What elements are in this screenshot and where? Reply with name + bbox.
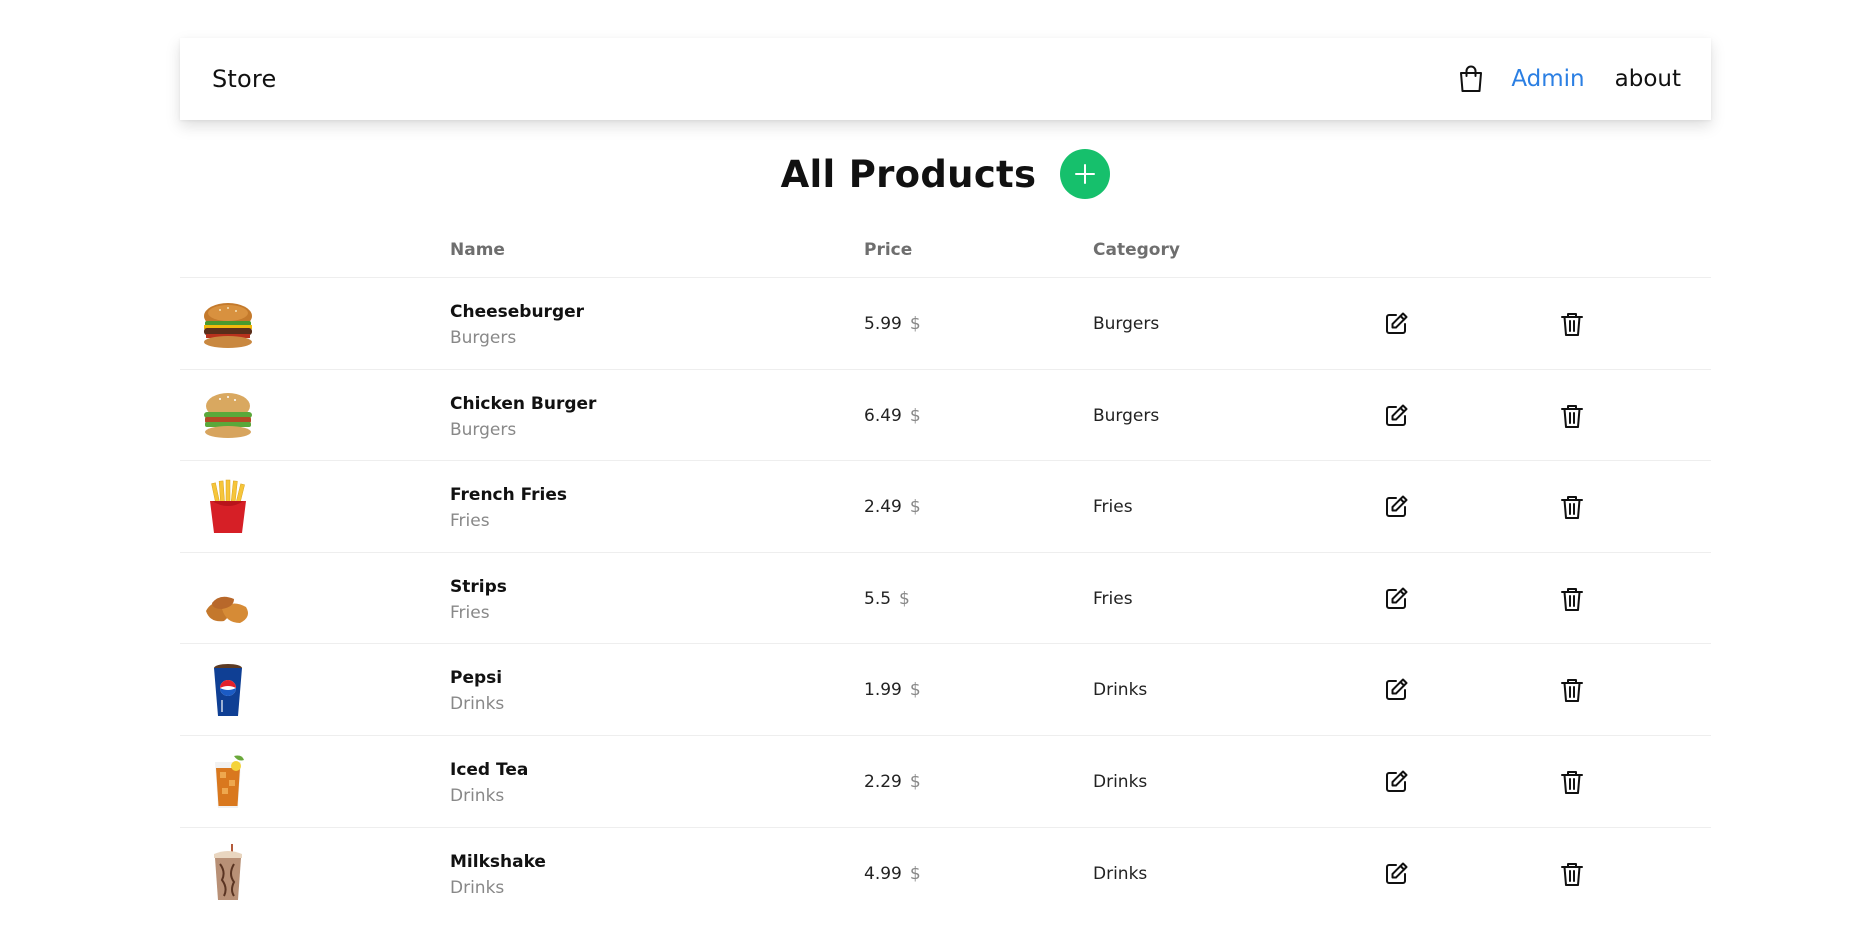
trash-icon[interactable] [1557, 401, 1587, 431]
product-subcategory: Drinks [450, 877, 505, 898]
french-fries-image [210, 479, 246, 534]
table-row: Milkshake Drinks 4.99 $ Drinks [180, 828, 1711, 920]
plus-icon [1075, 164, 1096, 184]
column-header-price: Price [864, 240, 913, 260]
currency-symbol: $ [909, 680, 921, 701]
product-price-cell: 1.99 $ [864, 680, 921, 700]
page-title: All Products [780, 152, 1037, 196]
product-price-cell: 2.49 $ [864, 497, 921, 517]
nav-link-admin[interactable]: Admin [1511, 66, 1584, 92]
table-row: French Fries Fries 2.49 $ Fries [180, 461, 1711, 553]
product-price: 1.99 [864, 680, 902, 701]
currency-symbol: $ [909, 405, 921, 426]
product-name-cell: Chicken Burger Burgers [450, 394, 596, 440]
page-heading: All Products [180, 146, 1711, 202]
product-category: Drinks [1093, 680, 1148, 701]
product-price: 2.49 [864, 497, 902, 518]
edit-icon[interactable] [1381, 767, 1411, 797]
table-body: Cheeseburger Burgers 5.99 $ Burgers Chick… [180, 278, 1711, 919]
product-name-cell: Strips Fries [450, 577, 507, 623]
navbar: Store Admin about [180, 38, 1711, 120]
brand-logo[interactable]: Store [212, 65, 276, 93]
product-subcategory: Fries [450, 511, 490, 532]
product-name: French Fries [450, 485, 568, 506]
product-category: Drinks [1093, 771, 1148, 792]
table-row: Chicken Burger Burgers 6.49 $ Burgers [180, 370, 1711, 462]
product-name: Chicken Burger [450, 393, 597, 414]
trash-icon[interactable] [1557, 309, 1587, 339]
product-name: Milkshake [450, 851, 546, 872]
trash-icon[interactable] [1557, 492, 1587, 522]
product-category: Burgers [1093, 314, 1160, 334]
column-header-name: Name [450, 240, 505, 260]
nav-right: Admin about [1457, 64, 1681, 94]
column-header-category: Category [1093, 240, 1180, 260]
product-price: 2.29 [864, 771, 902, 792]
add-product-button[interactable] [1060, 149, 1111, 199]
product-subcategory: Drinks [450, 694, 505, 715]
product-name-cell: French Fries Fries [450, 485, 567, 531]
product-category: Drinks [1093, 863, 1148, 884]
product-price: 6.49 [864, 405, 902, 426]
shopping-bag-icon[interactable] [1457, 64, 1485, 94]
nav-link-about[interactable]: about [1615, 66, 1681, 92]
product-price-cell: 4.99 $ [864, 864, 921, 884]
currency-symbol: $ [909, 863, 921, 884]
edit-icon[interactable] [1381, 309, 1411, 339]
product-category: Burgers [1093, 405, 1160, 426]
chicken-strips-image [206, 596, 248, 623]
product-name-cell: Pepsi Drinks [450, 668, 504, 714]
trash-icon[interactable] [1557, 584, 1587, 614]
product-subcategory: Fries [450, 602, 490, 623]
products-table: Name Price Category Cheeseburger Burgers… [180, 222, 1711, 919]
product-subcategory: Burgers [450, 419, 517, 440]
chicken-burger-image [204, 392, 252, 438]
product-price: 4.99 [864, 863, 902, 884]
edit-icon[interactable] [1381, 401, 1411, 431]
trash-icon[interactable] [1557, 675, 1587, 705]
edit-icon[interactable] [1381, 492, 1411, 522]
table-row: Cheeseburger Burgers 5.99 $ Burgers [180, 278, 1711, 370]
currency-symbol: $ [899, 588, 910, 609]
milkshake-image [214, 843, 242, 900]
cheeseburger-image [204, 303, 252, 348]
currency-symbol: $ [909, 771, 921, 792]
table-row: Pepsi Drinks 1.99 $ Drinks [180, 644, 1711, 736]
product-name: Pepsi [450, 668, 503, 689]
product-name: Cheeseburger [450, 302, 585, 322]
product-category: Fries [1093, 497, 1133, 518]
product-price-cell: 2.29 $ [864, 772, 921, 792]
product-name-cell: Iced Tea Drinks [450, 760, 528, 806]
table-header: Name Price Category [180, 222, 1711, 278]
trash-icon[interactable] [1557, 859, 1587, 889]
edit-icon[interactable] [1381, 584, 1411, 614]
product-price-cell: 5.5 $ [864, 589, 910, 609]
product-name-cell: Cheeseburger Burgers [450, 302, 584, 348]
edit-icon[interactable] [1381, 859, 1411, 889]
product-price-cell: 5.99 $ [864, 314, 921, 334]
product-category: Fries [1093, 588, 1133, 609]
product-name: Strips [450, 576, 507, 597]
product-name-cell: Milkshake Drinks [450, 852, 546, 898]
edit-icon[interactable] [1381, 675, 1411, 705]
product-subcategory: Burgers [450, 328, 517, 348]
product-price: 5.99 [864, 314, 902, 334]
table-row: Strips Fries 5.5 $ Fries [180, 553, 1711, 645]
pepsi-cup-image [214, 664, 242, 717]
product-price-cell: 6.49 $ [864, 406, 921, 426]
trash-icon[interactable] [1557, 767, 1587, 797]
product-price: 5.5 [864, 588, 892, 609]
iced-tea-image [215, 755, 244, 808]
product-subcategory: Drinks [450, 785, 505, 806]
product-name: Iced Tea [450, 759, 529, 780]
currency-symbol: $ [909, 314, 921, 334]
table-row: Iced Tea Drinks 2.29 $ Drinks [180, 736, 1711, 828]
currency-symbol: $ [909, 497, 921, 518]
